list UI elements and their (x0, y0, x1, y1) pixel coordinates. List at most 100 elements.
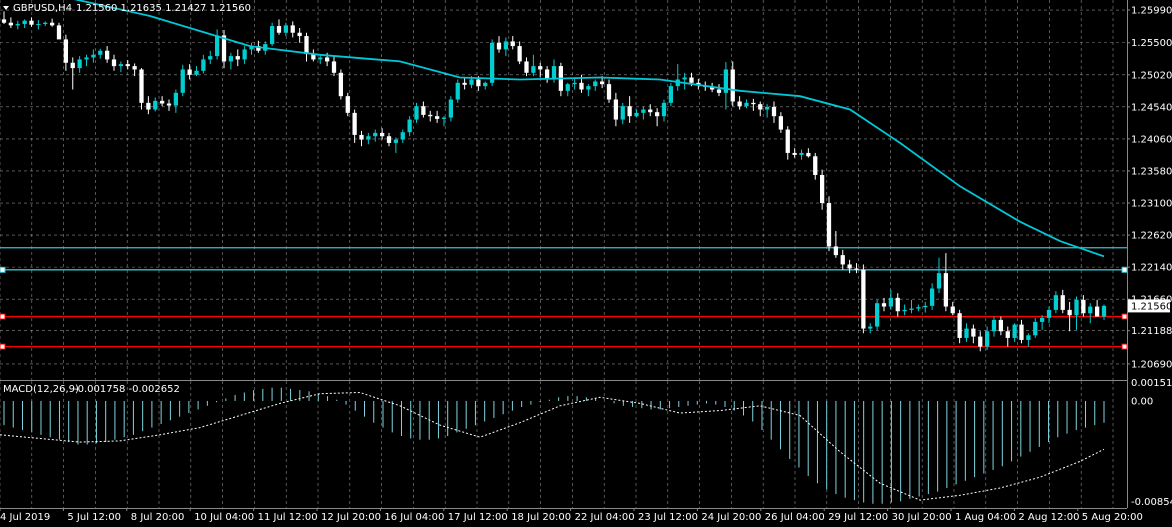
price-tick-label: 1.22140 (1131, 263, 1172, 274)
candle-body (70, 62, 75, 69)
candle-body (744, 102, 749, 107)
candle-body (386, 136, 392, 143)
candle-body (627, 106, 632, 117)
candle-body (345, 96, 350, 113)
candle-body (297, 32, 302, 37)
candle-body (434, 116, 440, 119)
candle-body (888, 297, 894, 307)
price-tick-label: 1.20690 (1131, 359, 1172, 370)
candle-body (950, 306, 955, 314)
candle-body (8, 22, 14, 26)
chart-header: GBPUSD,H4 1.21560 1.21635 1.21427 1.2156… (3, 3, 251, 14)
candle-body (998, 319, 1004, 332)
candle-body (1019, 324, 1024, 340)
candle-body (593, 81, 598, 87)
candle-body (517, 46, 522, 62)
macd-tick-label: 0.00 (1131, 396, 1153, 407)
line-handle-left (0, 313, 6, 320)
candle-body (283, 25, 289, 33)
line-handle-right (1121, 313, 1128, 320)
line-handle-left (0, 266, 6, 273)
candle-body (1039, 317, 1045, 322)
candle-body (613, 99, 619, 120)
candle-body (923, 305, 928, 308)
candle-body (242, 49, 247, 60)
candle-body (414, 106, 419, 120)
trading-chart[interactable]: 1.25990 1.25500 1.25020 1.24540 1.24060 1.235… (0, 0, 1172, 527)
candle-body (819, 174, 825, 204)
price-tick-label: 1.24540 (1131, 102, 1172, 113)
candle-body (476, 79, 481, 87)
candle-body (538, 66, 543, 70)
candle-body (1067, 309, 1072, 316)
candle-body (428, 114, 433, 117)
candle-body (868, 326, 873, 329)
candle (338, 69, 344, 100)
candle-body (448, 99, 454, 118)
candle-body (991, 319, 997, 332)
candle-body (964, 328, 969, 338)
current-price-marker: 1.21560 (1128, 299, 1172, 313)
candle-body (531, 66, 536, 73)
candle-body (194, 70, 199, 75)
candle-body (510, 41, 515, 47)
candle-body (139, 69, 144, 103)
candle-body (373, 132, 378, 137)
candle-body (826, 203, 832, 247)
time-tick-label: 17 Jul 12:00 (448, 512, 508, 523)
time-tick-label: 23 Jul 12:00 (638, 512, 698, 523)
price-tick-label: 1.21188 (1131, 326, 1172, 337)
candle-body (936, 273, 942, 289)
candle-body (489, 42, 495, 83)
candle-body (43, 22, 48, 25)
candle (345, 92, 350, 117)
candle-body (352, 112, 357, 135)
candle-body (1094, 306, 1100, 317)
candle-body (1081, 299, 1086, 314)
candle-body (895, 297, 900, 312)
candle-body (737, 101, 742, 107)
candle (269, 22, 275, 47)
candle-body (1046, 309, 1052, 318)
candle-body (462, 82, 467, 85)
candle-body (813, 156, 818, 175)
macd-values: -0.001758 -0.002652 (74, 384, 180, 395)
candle-body (84, 57, 89, 60)
candle-body (785, 129, 790, 153)
time-tick-label: 16 Jul 04:00 (384, 512, 444, 523)
candle-body (1033, 321, 1038, 336)
candle-body (551, 66, 557, 80)
candle-body (641, 109, 646, 113)
candle-body (276, 26, 282, 33)
time-tick-label: 24 Jul 20:00 (701, 512, 761, 523)
time-tick-label: 12 Jul 20:00 (321, 512, 381, 523)
candle-body (379, 132, 385, 137)
candle-body (146, 102, 151, 110)
candle-body (730, 69, 735, 102)
candle (180, 64, 185, 97)
candle-body (393, 139, 399, 143)
candle-body (173, 92, 179, 106)
candle-body (304, 36, 309, 55)
candle-body (716, 89, 722, 93)
time-tick-label: 22 Jul 04:00 (575, 512, 635, 523)
candle-body (758, 104, 763, 110)
candle-body (483, 82, 488, 87)
candle-body (1026, 335, 1031, 340)
current-price-label: 1.21560 (1131, 301, 1172, 312)
candle-body (36, 24, 41, 26)
time-tick-label: 30 Jul 20:00 (892, 512, 952, 523)
candle-body (943, 273, 949, 307)
candle-body (874, 303, 880, 327)
candle-body (1012, 324, 1017, 338)
candle-body (63, 39, 69, 63)
candle-body (1060, 295, 1065, 310)
macd-tick-label: 0.001513 (1131, 378, 1172, 389)
candle-body (881, 303, 887, 307)
candle-body (503, 41, 509, 50)
candle (874, 299, 880, 330)
candle-body (359, 134, 364, 140)
candle-body (654, 112, 660, 117)
candle-body (98, 50, 103, 55)
candle-body (599, 81, 605, 85)
